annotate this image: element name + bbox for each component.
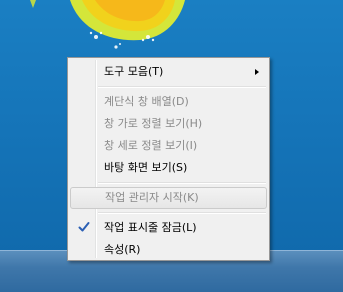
menu-item-label: 창 세로 정렬 보기(I) (104, 139, 198, 152)
taskbar-context-menu: 도구 모음(T) 계단식 창 배열(D) 창 가로 정렬 보기(H) 창 세로 … (67, 57, 270, 261)
desktop-background[interactable]: 도구 모음(T) 계단식 창 배열(D) 창 가로 정렬 보기(H) 창 세로 … (0, 0, 343, 292)
checkmark-icon (78, 222, 90, 232)
menu-item-label: 작업 표시줄 잠금(L) (104, 221, 197, 234)
menu-item-start-task-manager[interactable]: 작업 관리자 시작(K) (70, 187, 267, 209)
menu-item-label: 바탕 화면 보기(S) (104, 161, 188, 174)
menu-item-label: 계단식 창 배열(D) (104, 95, 189, 108)
chevron-right-icon (255, 69, 259, 75)
menu-item-properties[interactable]: 속성(R) (70, 239, 267, 261)
menu-item-lock-taskbar[interactable]: 작업 표시줄 잠금(L) (70, 217, 267, 239)
menu-separator (98, 182, 266, 184)
menu-item-show-desktop[interactable]: 바탕 화면 보기(S) (70, 157, 267, 179)
menu-item-label: 속성(R) (104, 243, 141, 256)
menu-item-label: 도구 모음(T) (104, 65, 164, 78)
menu-item-toolbars[interactable]: 도구 모음(T) (70, 61, 267, 83)
menu-separator (98, 86, 266, 88)
menu-separator (98, 212, 266, 214)
menu-item-label: 작업 관리자 시작(K) (105, 191, 199, 204)
menu-item-label: 창 가로 정렬 보기(H) (104, 117, 203, 130)
menu-item-show-windows-stacked[interactable]: 창 가로 정렬 보기(H) (70, 113, 267, 135)
menu-item-show-windows-side-by-side[interactable]: 창 세로 정렬 보기(I) (70, 135, 267, 157)
menu-item-cascade-windows[interactable]: 계단식 창 배열(D) (70, 91, 267, 113)
